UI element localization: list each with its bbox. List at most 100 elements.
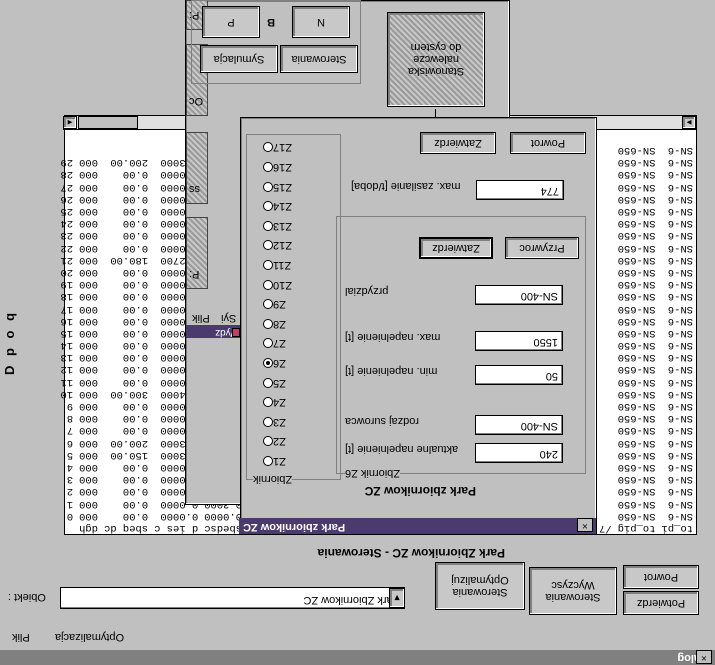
objects-select[interactable]: Park Zbiornikow ZC [60, 587, 405, 609]
confirm-inner-button[interactable]: Zatwierdz [419, 237, 493, 259]
tank-radio-z15[interactable]: Z15 [257, 181, 292, 193]
back-button[interactable]: Powrot [623, 565, 699, 589]
table-row[interactable]: SN-6 SN-650 [596, 156, 696, 168]
table-row[interactable]: SN-6 SN-650 [596, 242, 696, 254]
table-row[interactable]: SN-6 SN-650 [596, 424, 696, 436]
menu-optymalizacja[interactable]: Optymalizacja [55, 631, 124, 643]
confirm-button[interactable]: Potwierdz [623, 591, 699, 615]
tank-radio-z7[interactable]: Z7 [257, 337, 286, 349]
tank-radio-z8[interactable]: Z8 [257, 318, 286, 330]
max-supply-field[interactable]: 774 [476, 180, 564, 200]
table-cell: SN-6 [667, 460, 693, 473]
table-row[interactable]: SN-6 SN-650 [596, 168, 696, 180]
table-row[interactable]: SN-6 SN-650 [596, 461, 696, 473]
clear-control-button[interactable]: Sterowania Wyczysc [529, 567, 617, 615]
table-row[interactable]: SN-6 SN-650 [596, 327, 696, 339]
bg-menu-syi[interactable]: Syi [221, 312, 236, 324]
table-row[interactable]: SN-6 SN-650 [596, 205, 696, 217]
tank-radio-z4[interactable]: Z4 [257, 396, 286, 408]
tank-radio-z12[interactable]: Z12 [257, 239, 292, 251]
back-park-button[interactable]: Powrot [510, 132, 586, 154]
scroll-right-button[interactable]: ► [682, 116, 696, 129]
table-row[interactable]: SN-6 SN-650 [596, 181, 696, 193]
tank-radio-z3[interactable]: Z3 [257, 416, 286, 428]
table-row[interactable]: SN-6 SN-650 [596, 437, 696, 449]
tank-radio-z13[interactable]: Z13 [257, 220, 292, 232]
table-row[interactable]: SN-6 SN-650 [596, 302, 696, 315]
park-close-button[interactable]: × [577, 518, 593, 532]
tank-radio-label: Z1 [273, 455, 286, 467]
station-button[interactable]: Stanowiska nalewcze do cystern [387, 12, 485, 107]
table-row[interactable]: SN-6 SN-650 [596, 485, 696, 497]
table-row[interactable]: SN-6 SN-650 [596, 412, 696, 424]
table-cell: 000 [79, 229, 98, 242]
park-heading: Park zbiornikow ZC [364, 484, 476, 498]
tank-radio-z6[interactable]: Z6 [257, 357, 286, 369]
tank-radio-z5[interactable]: Z5 [257, 377, 286, 389]
table-row[interactable]: SN-6 SN-650 [596, 193, 696, 205]
tank-radio-z14[interactable]: Z14 [257, 200, 292, 212]
table-row[interactable]: SN-6 SN-650 [596, 144, 696, 156]
tank-radio-label: Z5 [273, 376, 286, 389]
tank-radio-z9[interactable]: Z9 [257, 298, 286, 310]
table-cell: SN-6 [667, 436, 693, 449]
current-fill-field[interactable]: 240 [475, 443, 563, 463]
control-button[interactable]: Sterowania [280, 45, 358, 73]
table-cell: 26 [60, 192, 74, 205]
radio-dot-icon [263, 377, 273, 388]
table-cell: 27 [60, 180, 74, 193]
table-row[interactable]: SN-6 SN-650 [596, 315, 696, 327]
table-row[interactable]: SN-6 SN-650 [596, 376, 696, 388]
table-row[interactable]: SN-6 SN-650 [596, 449, 696, 461]
table-row[interactable]: SN-6 SN-650 [596, 339, 696, 351]
table-row[interactable]: SN-6 SN-650 [596, 266, 696, 278]
scroll-left-button[interactable]: ◄ [63, 116, 77, 129]
min-fill-field[interactable]: 50 [475, 365, 563, 385]
table-cell: 16 [60, 314, 74, 327]
restore-button[interactable]: Przywroc [505, 237, 579, 259]
objects-dropdown-button[interactable]: ▼ [389, 588, 405, 608]
table-row[interactable]: SN-6 SN-650 [596, 351, 696, 363]
table-row[interactable]: SN-6 SN-650 [596, 229, 696, 241]
table-cell: 000 [79, 314, 98, 327]
tank-radio-label: Z10 [273, 278, 292, 291]
confirm-park-button[interactable]: Zatwierdz [420, 132, 496, 154]
max-fill-field[interactable]: 1550 [475, 331, 563, 351]
main-close-button[interactable]: × [696, 650, 712, 664]
optimize-control-button[interactable]: Sterowania Optymalizuj [435, 562, 525, 610]
table-cell: 15 [60, 326, 74, 339]
table-row[interactable]: SN-6 SN-650 [596, 254, 696, 266]
material-field[interactable]: SN-400 [475, 415, 563, 435]
table-row[interactable]: SN-6 SN-650 [596, 217, 696, 229]
table-cell: 000 [79, 205, 98, 218]
table-row[interactable]: 0.0000 0.0000 0.00 000 0 [57, 510, 245, 522]
tank-radio-z1[interactable]: Z1 [257, 455, 286, 467]
table-row[interactable]: SN-6 SN-650 [596, 510, 696, 522]
table-row[interactable]: SN-6 SN-650 [596, 400, 696, 412]
p-button[interactable]: P [202, 6, 260, 38]
table-row[interactable]: SN-6 SN-650 [596, 278, 696, 290]
assign-field[interactable]: SN-400 [475, 285, 563, 305]
table-cell: SN-6 [667, 241, 693, 254]
tank-radio-z11[interactable]: Z11 [257, 259, 291, 271]
table-row[interactable]: SN-6 SN-650 [596, 473, 696, 485]
n-button[interactable]: N [292, 6, 350, 38]
table-cell: 000 [79, 180, 98, 193]
table-row[interactable]: SN-6 SN-650 [596, 363, 696, 375]
table-cell: 3 [66, 473, 74, 486]
table-row[interactable]: SN-6 SN-650 [596, 497, 696, 510]
table-row[interactable]: SN-6 SN-650 [596, 388, 696, 400]
tank-radio-z10[interactable]: Z10 [257, 279, 292, 291]
tank-radio-label: Z14 [273, 200, 292, 213]
material-label: rodzaj surowca [345, 415, 419, 427]
tank-radio-z2[interactable]: Z2 [257, 435, 286, 447]
table-cell: SN-6 [667, 400, 693, 413]
bg-option-checkbox[interactable] [232, 328, 240, 337]
tank-radio-z16[interactable]: Z16 [257, 161, 292, 173]
menu-plik[interactable]: Plik [12, 631, 30, 643]
tank-radio-z17[interactable]: Z17 [257, 141, 292, 153]
bg-menu-plik[interactable]: Plik [192, 312, 210, 324]
table-row[interactable]: SN-6 SN-650 [596, 290, 696, 302]
simulation-button[interactable]: Symulacja [200, 45, 278, 73]
scroll-thumb[interactable] [78, 116, 138, 129]
